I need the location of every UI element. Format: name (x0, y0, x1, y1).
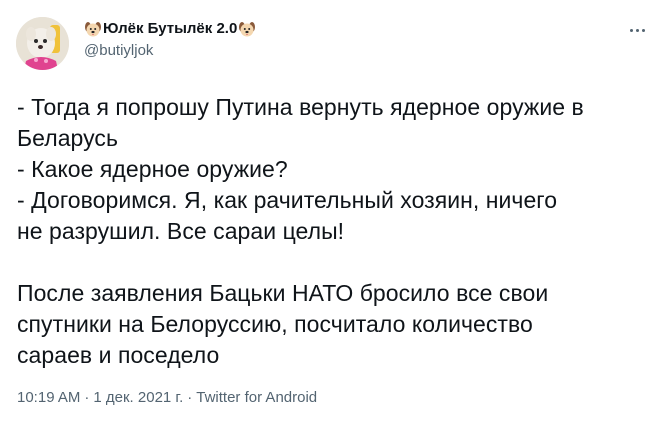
display-name-row[interactable]: Юлёк Бутылёк 2.0 (84, 19, 256, 39)
tweet-source[interactable]: Twitter for Android (196, 389, 317, 406)
more-dot (641, 28, 645, 32)
avatar[interactable] (16, 17, 69, 70)
meta-separator: · (84, 389, 90, 406)
more-dot (635, 28, 639, 32)
dog-face-icon (238, 20, 256, 38)
more-dot (629, 28, 633, 32)
dog-face-icon (84, 20, 102, 38)
more-horizontal-icon[interactable] (627, 20, 647, 40)
avatar-image (16, 17, 69, 70)
tweet-card: Юлёк Бутылёк 2.0 @butiyljok - Тогда я по… (0, 0, 671, 433)
user-handle[interactable]: @butiyljok (84, 41, 256, 61)
tweet-time[interactable]: 10:19 AM (17, 389, 80, 406)
tweet-header: Юлёк Бутылёк 2.0 @butiyljok (84, 19, 256, 61)
meta-separator: · (187, 389, 193, 406)
tweet-date[interactable]: 1 дек. 2021 г. (93, 389, 183, 406)
tweet-metadata: 10:19 AM · 1 дек. 2021 г. · Twitter for Andr… (17, 388, 317, 408)
display-name[interactable]: Юлёк Бутылёк 2.0 (103, 19, 237, 39)
tweet-text: - Тогда я попрошу Путина вернуть ядерное… (17, 94, 584, 368)
